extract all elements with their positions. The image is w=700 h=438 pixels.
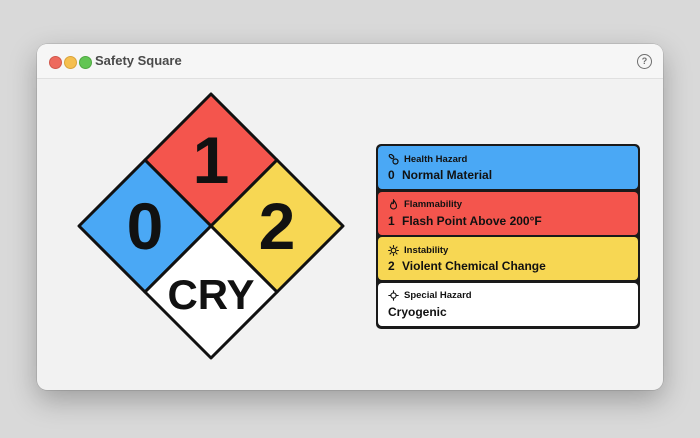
instability-card-rating: 2 — [388, 259, 395, 273]
health-hazard-rating: 0 — [388, 168, 395, 182]
burst-icon — [388, 244, 399, 256]
flammability-card-rating: 1 — [388, 213, 395, 228]
health-rating: 0 — [127, 189, 164, 263]
instability-label: Instability — [404, 244, 449, 256]
pills-icon — [388, 153, 399, 165]
flammability-description: Flash Point Above 200°F — [402, 213, 542, 228]
flammability-rating: 1 — [193, 123, 230, 197]
minimize-window-button[interactable] — [64, 56, 77, 69]
instability-description: Violent Chemical Change — [402, 259, 546, 273]
health-hazard-label: Health Hazard — [404, 153, 468, 165]
special-hazard-code: CRY — [167, 271, 254, 318]
nfpa-diamond: 1 0 2 CRY — [77, 92, 345, 360]
special-hazard-card: Special Hazard Cryogenic — [378, 282, 638, 326]
health-hazard-card: Health Hazard 0 Normal Material — [378, 146, 638, 189]
hazard-details-panel: Health Hazard 0 Normal Material Flammabi… — [376, 144, 640, 329]
instability-rating: 2 — [259, 189, 296, 263]
help-button[interactable]: ? — [637, 54, 652, 69]
instability-card: Instability 2 Violent Chemical Change — [378, 237, 638, 280]
special-hazard-description: Cryogenic — [388, 304, 447, 319]
app-window: Safety Square ? 1 0 2 CRY Health Hazard — [37, 44, 663, 390]
snowflake-icon — [388, 290, 399, 301]
zoom-window-button[interactable] — [79, 56, 92, 69]
window-title: Safety Square — [95, 53, 182, 68]
close-window-button[interactable] — [49, 56, 62, 69]
flammability-card: Flammability 1 Flash Point Above 200°F — [378, 191, 638, 235]
health-hazard-description: Normal Material — [402, 168, 493, 182]
special-hazard-label: Special Hazard — [404, 290, 472, 301]
flame-icon — [388, 199, 399, 210]
titlebar: Safety Square ? — [37, 44, 663, 79]
flammability-label: Flammability — [404, 199, 463, 210]
